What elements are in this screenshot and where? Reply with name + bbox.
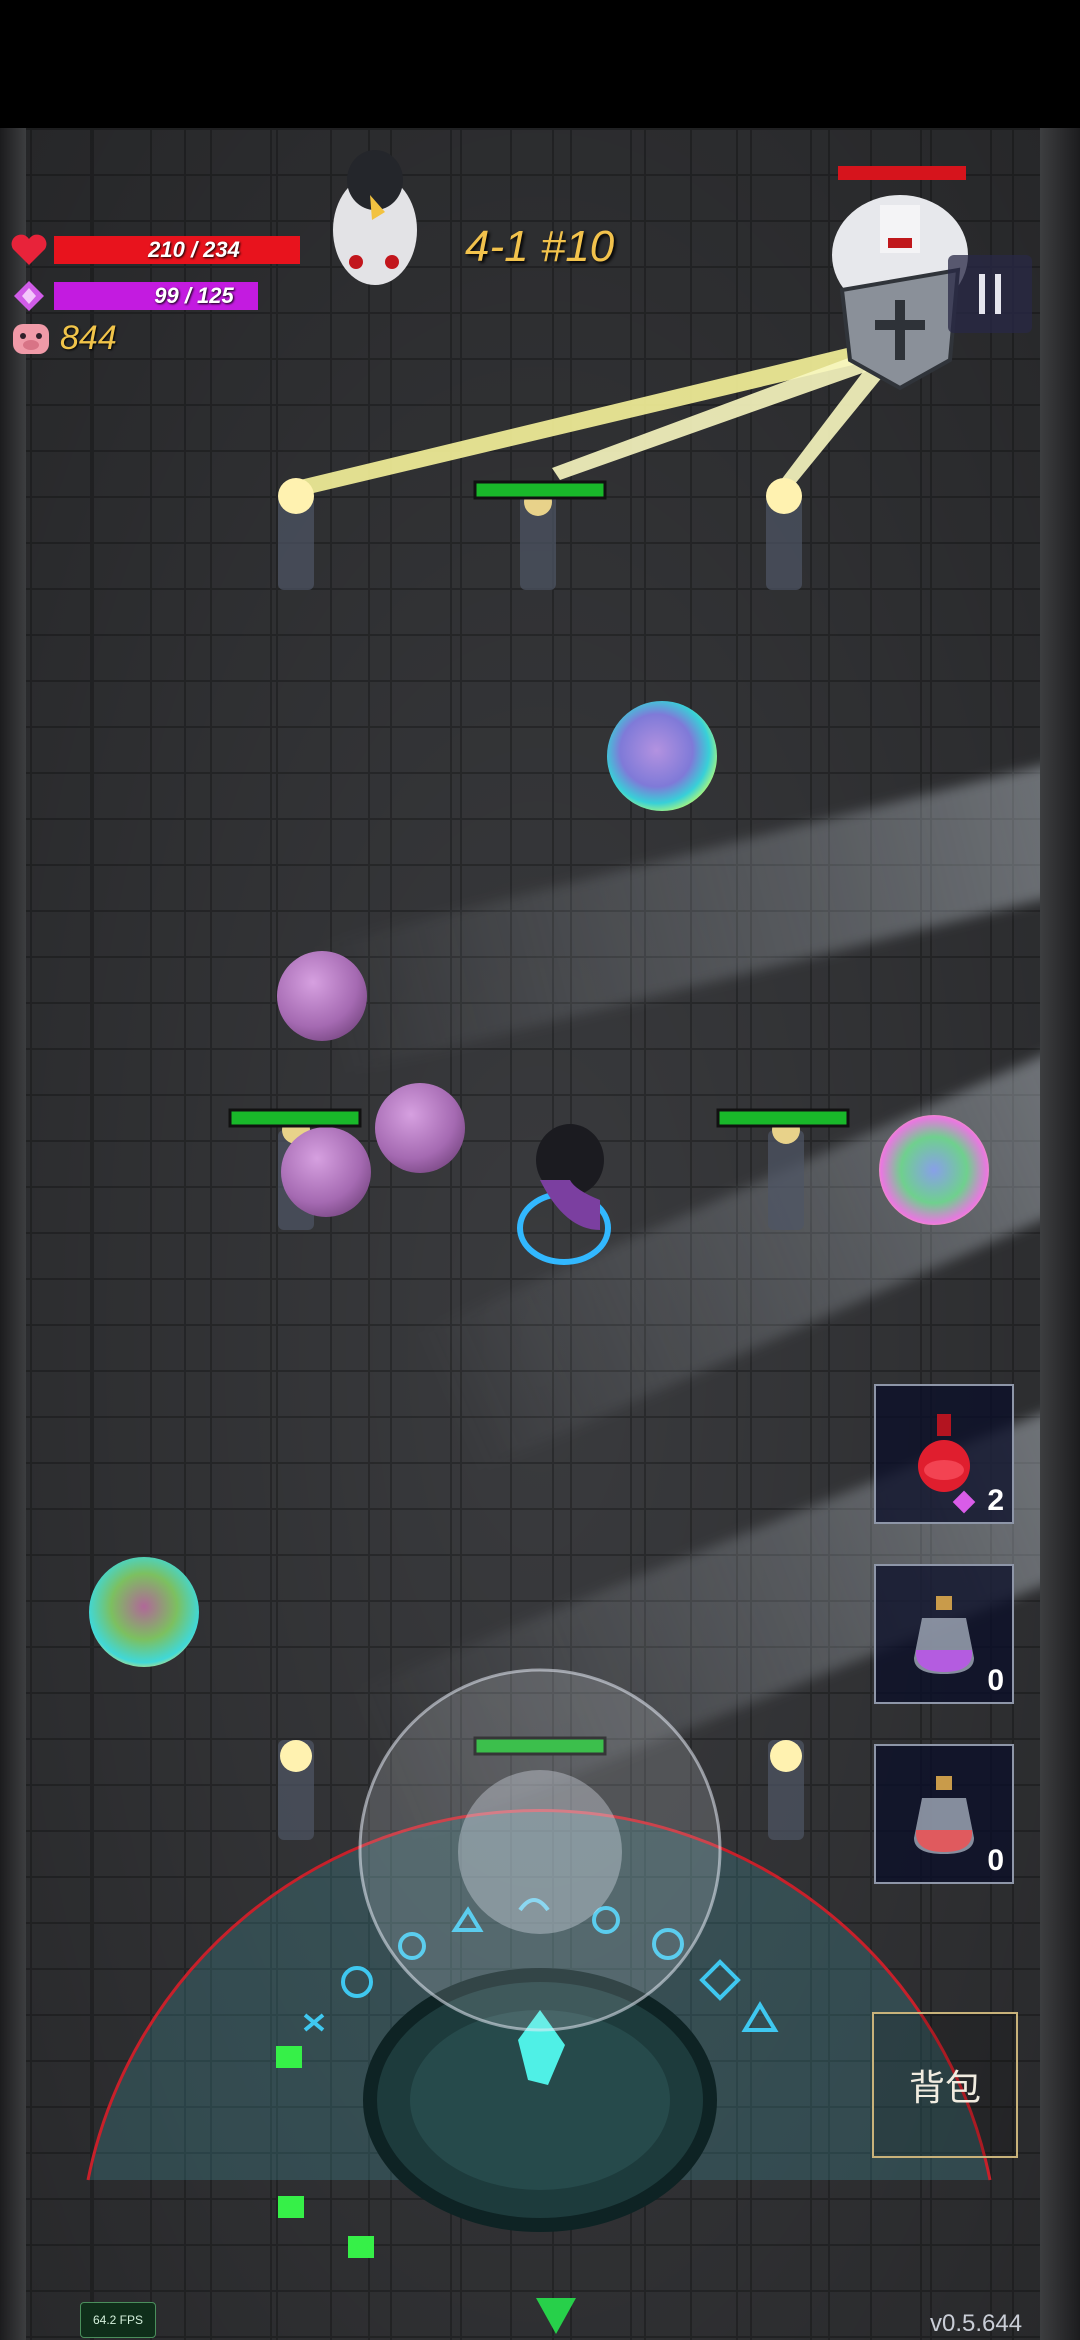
pause-icon-bar: [995, 274, 1001, 314]
slime-enemy: [375, 1083, 465, 1173]
pig-coin-icon: [13, 324, 49, 354]
slime-enemy: [277, 951, 367, 1041]
boss-hp-bar: [838, 166, 966, 180]
diamond-gem-icon: [14, 281, 44, 311]
enemy-hp-bar: [716, 1108, 850, 1128]
mp-text: 99 / 125: [154, 283, 234, 308]
stage-label: 4-1 #10: [465, 222, 615, 271]
turret: [766, 478, 802, 590]
triangle-down-icon[interactable]: [534, 2296, 578, 2336]
hp-bar: 210 / 234: [54, 236, 334, 264]
mp-bar: 99 / 125: [54, 282, 334, 310]
rainbow-orb: [879, 1115, 989, 1225]
hp-row: 210 / 234: [10, 233, 334, 267]
rainbow-orb: [607, 701, 717, 811]
joystick-knob: [458, 1770, 622, 1934]
rainbow-orb: [89, 1557, 199, 1667]
potion-slot-mana[interactable]: 0: [874, 1564, 1014, 1704]
laser-beam: [300, 340, 895, 495]
potion-slot-health[interactable]: 2: [874, 1384, 1014, 1524]
turret: [768, 1740, 804, 1840]
potion-slot-red[interactable]: 0: [874, 1744, 1014, 1884]
coin-row: 844: [10, 318, 117, 358]
potion-count: 0: [987, 1664, 1004, 1697]
bag-button[interactable]: 背包: [872, 2012, 1018, 2158]
potion-count: 2: [987, 1484, 1004, 1517]
turret: [278, 478, 314, 590]
turret: [768, 1116, 804, 1230]
hp-text: 210 / 234: [148, 237, 240, 262]
enemy-hp-bar: [473, 480, 607, 500]
turret: [520, 488, 556, 590]
fps-counter: 64.2 FPS: [80, 2302, 156, 2338]
player-character: [517, 1124, 611, 1265]
enemy-hp-bar: [228, 1108, 362, 1128]
pause-icon: [979, 274, 985, 314]
scene-actors: [86, 150, 992, 2258]
potion-count: 0: [987, 1844, 1004, 1877]
pause-button[interactable]: [948, 255, 1032, 333]
turret: [278, 1740, 314, 1840]
coin-count: 844: [60, 318, 117, 357]
bird-enemy: [333, 150, 417, 285]
mp-row: 99 / 125: [10, 279, 334, 313]
slime-enemy: [281, 1127, 371, 1217]
heart-icon: [11, 234, 47, 265]
version-label: v0.5.644: [930, 2310, 1023, 2337]
